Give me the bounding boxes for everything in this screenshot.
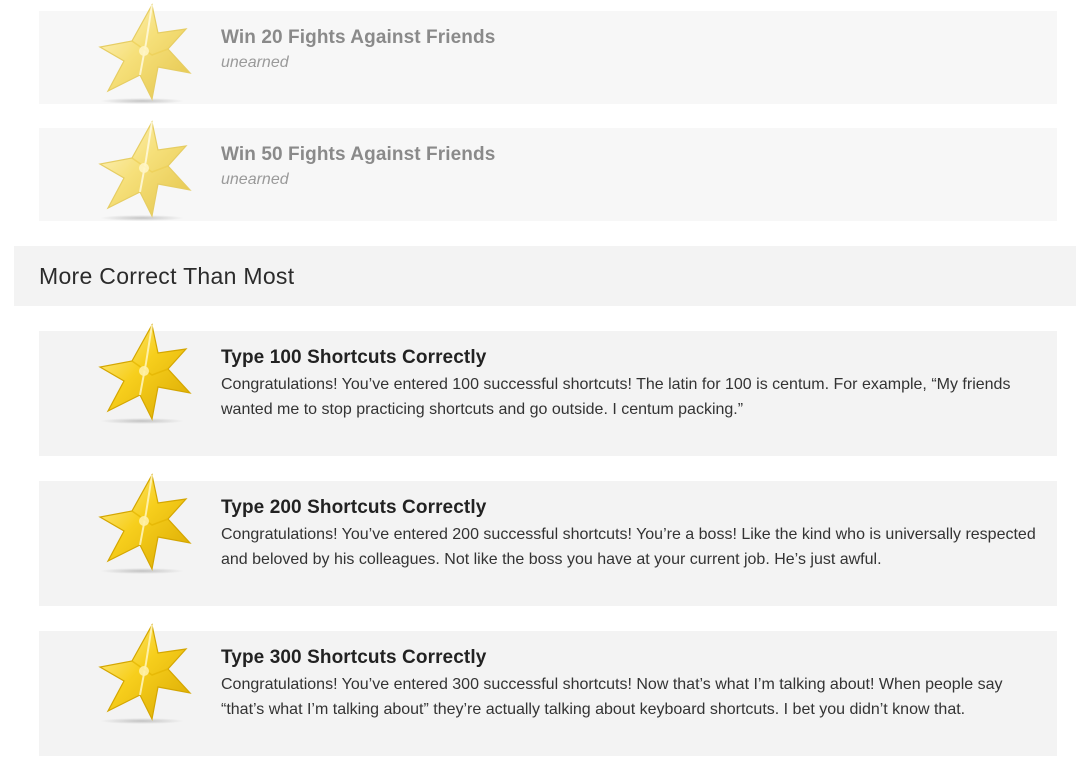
achievement-status: unearned <box>221 54 289 71</box>
achievement-card: Type 300 Shortcuts Correctly Congratulat… <box>39 623 1057 756</box>
achievement-title: Type 300 Shortcuts Correctly <box>221 647 487 668</box>
achievement-description: Congratulations! You’ve entered 100 succ… <box>221 376 1011 418</box>
achievement-description: Congratulations! You’ve entered 300 succ… <box>221 676 1003 718</box>
achievement-status: unearned <box>221 171 289 188</box>
achievement-title: Type 200 Shortcuts Correctly <box>221 497 487 518</box>
star-badge-icon <box>94 623 194 729</box>
achievement-card: Win 20 Fights Against Friends unearned <box>39 3 1057 104</box>
section-header: More Correct Than Most <box>14 246 1076 306</box>
achievements-page: Win 20 Fights Against Friends unearned W… <box>0 0 1076 771</box>
achievement-title: Win 20 Fights Against Friends <box>221 27 496 48</box>
star-badge-icon <box>94 473 194 579</box>
star-badge-icon <box>94 120 194 226</box>
achievement-card: Win 50 Fights Against Friends unearned <box>39 120 1057 221</box>
section-title: More Correct Than Most <box>39 263 295 289</box>
achievement-title: Type 100 Shortcuts Correctly <box>221 347 487 368</box>
achievement-title: Win 50 Fights Against Friends <box>221 144 496 165</box>
achievement-card: Type 200 Shortcuts Correctly Congratulat… <box>39 473 1057 606</box>
achievement-description: Congratulations! You’ve entered 200 succ… <box>221 526 1036 568</box>
star-badge-icon <box>94 3 194 109</box>
star-badge-icon <box>94 323 194 429</box>
achievement-card: Type 100 Shortcuts Correctly Congratulat… <box>39 323 1057 456</box>
